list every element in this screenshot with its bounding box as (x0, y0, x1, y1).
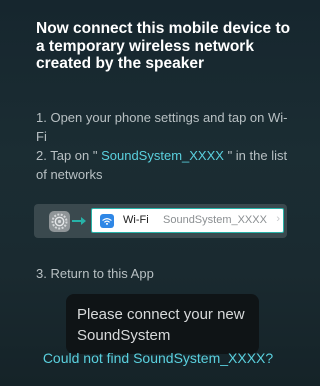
step-2-text: 2. Tap on " SoundSystem_XXXX " in the li… (36, 146, 298, 184)
toast-message: Please connect your new SoundSystem (66, 294, 259, 354)
settings-gear-icon (49, 211, 70, 232)
arrow-right-icon (72, 217, 86, 225)
network-name-label: SoundSystem_XXXX (163, 214, 267, 226)
network-not-found-link[interactable]: Could not find SoundSystem_XXXX? (0, 350, 316, 366)
instruction-steps: 1. Open your phone settings and tap on W… (36, 108, 298, 184)
toast-text: Please connect your new SoundSystem (77, 306, 245, 344)
step-3-text: 3. Return to this App (36, 266, 154, 281)
step-1-text: 1. Open your phone settings and tap on W… (36, 110, 288, 144)
chevron-right-icon: › (276, 213, 280, 225)
wifi-label: Wi-Fi (123, 214, 149, 226)
wifi-settings-row: Wi-Fi SoundSystem_XXXX › (91, 208, 284, 233)
step-2-prefix: 2. Tap on " (36, 148, 102, 163)
wifi-settings-illustration: Wi-Fi SoundSystem_XXXX › (34, 204, 287, 238)
instruction-heading: Now connect this mobile device to a temp… (36, 20, 291, 72)
step-2-network-name: SoundSystem_XXXX (101, 148, 224, 163)
wifi-icon (100, 214, 114, 228)
